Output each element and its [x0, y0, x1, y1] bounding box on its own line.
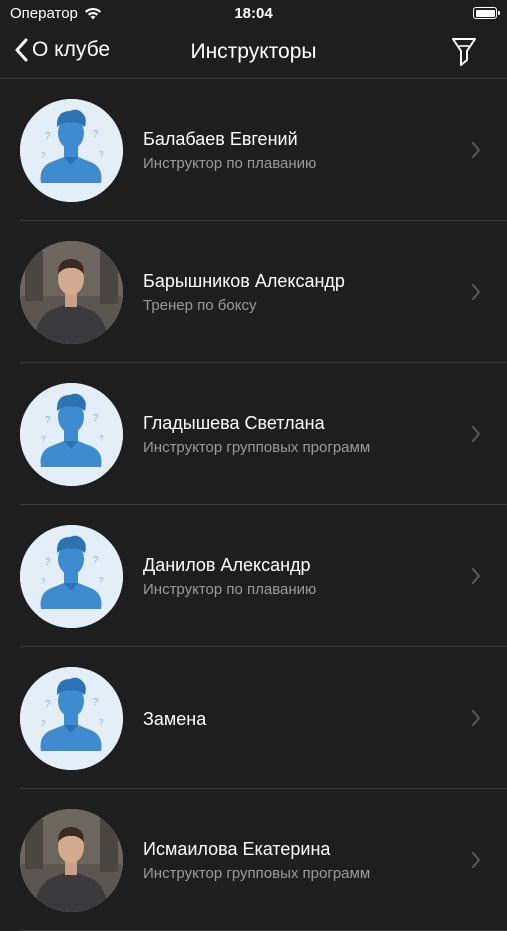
instructor-name: Данилов Александр	[143, 555, 311, 575]
svg-text:?: ?	[93, 413, 99, 424]
instructor-name: Исмаилова Екатерина	[143, 839, 331, 859]
chevron-right-icon	[472, 426, 480, 442]
chevron-right-icon	[472, 284, 480, 300]
svg-text:?: ?	[41, 151, 46, 160]
svg-text:?: ?	[41, 719, 46, 728]
svg-text:?: ?	[45, 557, 51, 568]
svg-text:?: ?	[93, 555, 99, 566]
svg-text:?: ?	[45, 131, 51, 142]
instructor-role: Инструктор групповых программ	[143, 865, 371, 882]
avatar-placeholder-icon: ? ? ? ?	[20, 99, 123, 202]
navigation-bar: О клубе Инструкторы	[0, 28, 507, 79]
svg-text:?: ?	[93, 129, 99, 140]
svg-text:?: ?	[93, 697, 99, 708]
instructor-row[interactable]: Барышников Александр Тренер по боксу	[0, 221, 507, 363]
filter-icon[interactable]	[451, 37, 477, 67]
instructor-row[interactable]: Исмаилова Екатерина Инструктор групповых …	[0, 789, 507, 931]
chevron-right-icon	[472, 568, 480, 584]
instructor-name: Гладышева Светлана	[143, 413, 325, 433]
svg-text:?: ?	[99, 718, 104, 727]
svg-text:?: ?	[45, 415, 51, 426]
avatar-placeholder-icon: ? ? ? ?	[20, 383, 123, 486]
instructor-photo	[20, 809, 123, 912]
instructor-role: Инструктор групповых программ	[143, 439, 371, 456]
chevron-right-icon	[472, 710, 480, 726]
instructor-role: Тренер по боксу	[143, 297, 257, 314]
chevron-right-icon	[472, 142, 480, 158]
page-title: Инструкторы	[190, 40, 317, 63]
battery-icon	[473, 7, 500, 19]
svg-text:?: ?	[41, 577, 46, 586]
instructor-name: Барышников Александр	[143, 271, 345, 291]
instructor-list: ? ? ? ? Балабаев Евгений Инструктор по пл…	[0, 79, 507, 931]
chevron-right-icon	[472, 852, 480, 868]
status-time: 18:04	[234, 5, 273, 22]
avatar-placeholder-icon: ? ? ? ?	[20, 667, 123, 770]
avatar-placeholder-icon: ? ? ? ?	[20, 525, 123, 628]
svg-text:?: ?	[99, 150, 104, 159]
instructor-row[interactable]: ? ? ? ? Гладышева Светлана Инструктор гру…	[0, 363, 507, 505]
svg-text:?: ?	[41, 435, 46, 444]
svg-text:?: ?	[45, 699, 51, 710]
instructor-row[interactable]: ? ? ? ? Балабаев Евгений Инструктор по пл…	[0, 79, 507, 221]
instructor-name: Балабаев Евгений	[143, 129, 298, 149]
instructor-role: Инструктор по плаванию	[143, 581, 317, 598]
instructor-photo	[20, 241, 123, 344]
instructor-row[interactable]: ? ? ? ? Данилов Александр Инструктор по п…	[0, 505, 507, 647]
instructor-name: Замена	[143, 709, 207, 729]
svg-text:?: ?	[99, 576, 104, 585]
instructor-row[interactable]: ? ? ? ? Замена	[0, 647, 507, 789]
svg-text:?: ?	[99, 434, 104, 443]
status-bar: Оператор 18:04	[0, 0, 507, 28]
instructor-role: Инструктор по плаванию	[143, 155, 317, 172]
